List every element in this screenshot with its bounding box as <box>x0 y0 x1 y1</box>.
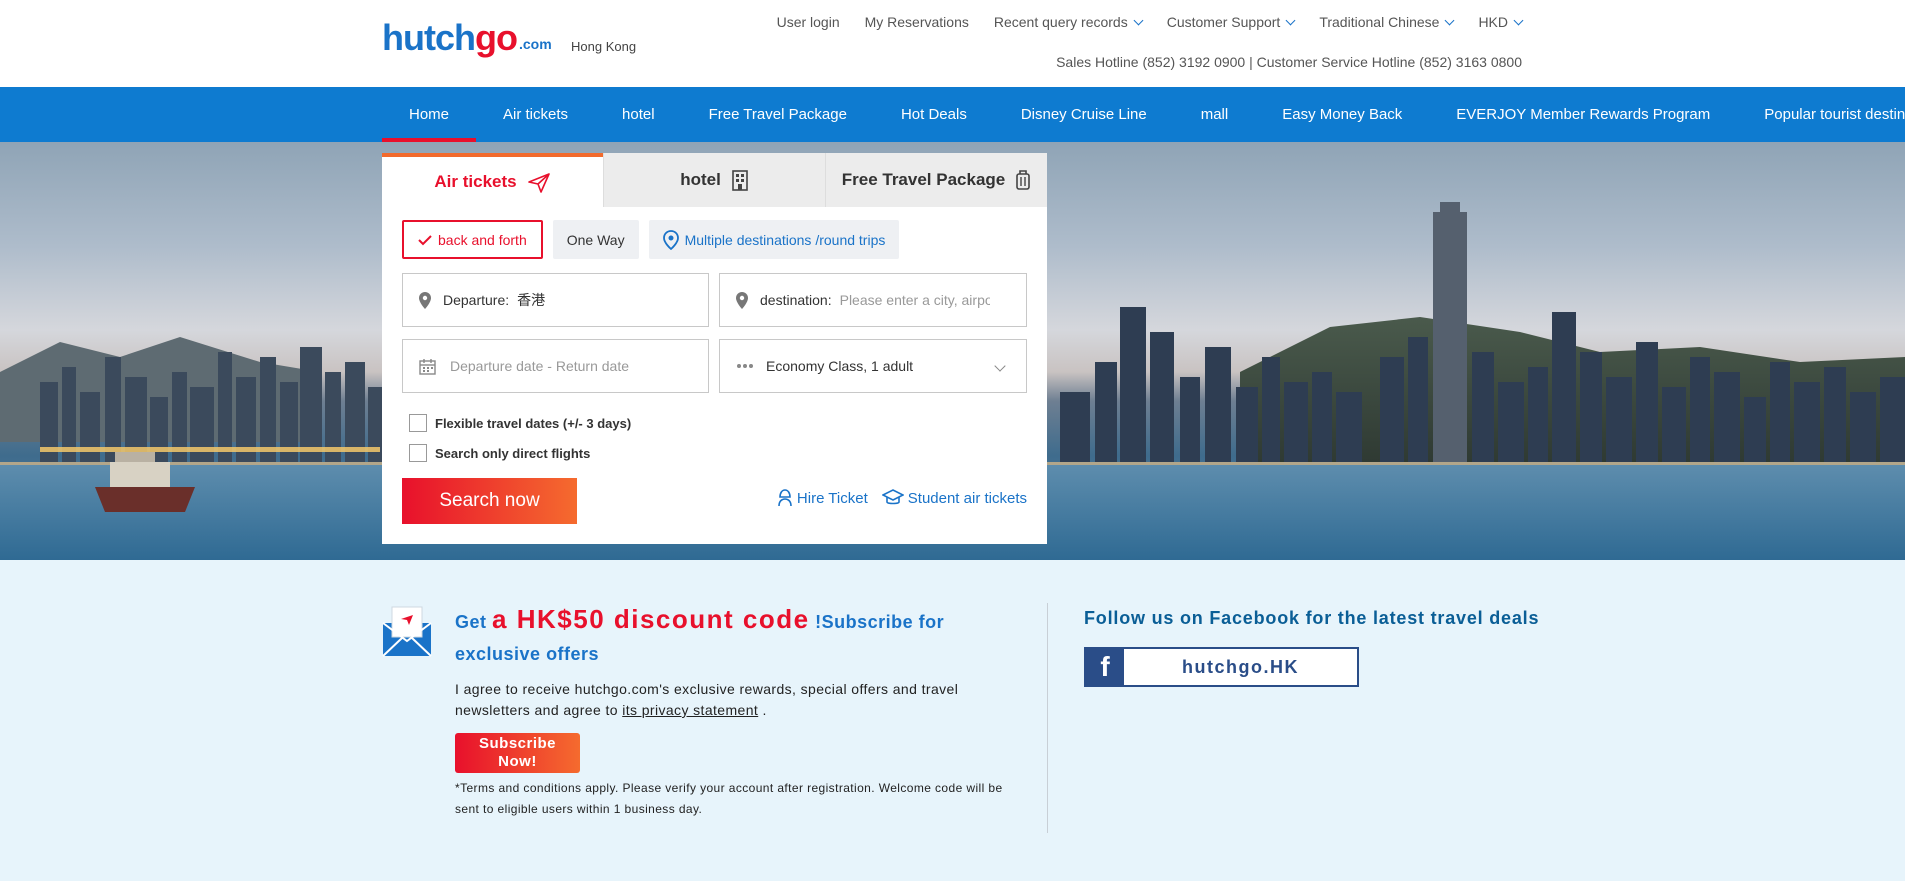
destination-placeholder: Please enter a city, airport <box>839 292 990 308</box>
facebook-icon: f <box>1086 649 1124 685</box>
nav-label: Customer Support <box>1166 14 1281 30</box>
student-tickets-label: Student air tickets <box>907 489 1027 507</box>
hire-ticket-link[interactable]: Hire Ticket <box>777 489 868 507</box>
tab-label: hotel <box>680 170 721 189</box>
building-icon <box>731 170 748 191</box>
chevron-down-icon <box>1133 15 1144 25</box>
region-label: Hong Kong <box>571 39 637 54</box>
calendar-icon <box>419 358 436 375</box>
tab-hotel[interactable]: hotel <box>603 153 825 207</box>
subscribe-now-button[interactable]: Subscribe Now! <box>455 733 580 773</box>
user-login-link[interactable]: User login <box>777 14 840 30</box>
nav-label: Traditional Chinese <box>1319 14 1440 30</box>
one-way-option[interactable]: One Way <box>552 220 639 259</box>
promo-discount-highlight: a HK$50 discount code <box>492 604 810 634</box>
my-reservations-link[interactable]: My Reservations <box>865 14 969 30</box>
round-trip-option[interactable]: back and forth <box>402 220 543 259</box>
trip-type-selector: back and forth One Way Multiple destinat… <box>402 220 900 259</box>
flight-search-panel: Air tickets hotel Free Travel Package ba… <box>382 153 1047 544</box>
flexible-dates-label: Flexible travel dates (+/- 3 days) <box>435 415 632 431</box>
student-tickets-link[interactable]: Student air tickets <box>881 489 1027 507</box>
nav-hotel[interactable]: hotel <box>595 87 682 142</box>
nav-disney-cruise-line[interactable]: Disney Cruise Line <box>994 87 1174 142</box>
top-nav: User login My Reservations Recent query … <box>777 14 1524 30</box>
cabin-passenger-select[interactable]: Economy Class, 1 adult <box>719 339 1027 393</box>
product-tabs: Air tickets hotel Free Travel Package <box>382 153 1047 207</box>
tab-label: Free Travel Package <box>841 170 1006 189</box>
facebook-page-button[interactable]: f hutchgo.HK <box>1084 647 1359 687</box>
nav-popular-destinations[interactable]: Popular tourist destinations <box>1737 87 1905 142</box>
location-pin-icon <box>419 291 431 309</box>
destination-label: destination: <box>760 292 832 308</box>
checkbox[interactable] <box>409 444 427 462</box>
trip-label: Multiple destinations /round trips <box>684 231 886 248</box>
nav-label: User login <box>776 14 840 30</box>
trip-label: back and forth <box>438 231 527 248</box>
departure-label: Departure: <box>443 292 510 308</box>
chevron-down-icon <box>994 360 1006 372</box>
trip-label: One Way <box>566 231 625 248</box>
facebook-follow-title: Follow us on Facebook for the latest tra… <box>1084 608 1540 628</box>
departure-field[interactable]: Departure: 香港 <box>402 273 709 327</box>
tab-label: Air tickets <box>434 172 517 191</box>
luggage-icon <box>1016 170 1031 190</box>
nav-label: My Reservations <box>864 14 969 30</box>
nav-mall[interactable]: mall <box>1174 87 1256 142</box>
nav-easy-money-back[interactable]: Easy Money Back <box>1255 87 1429 142</box>
main-nav: Home Air tickets hotel Free Travel Packa… <box>0 87 1905 142</box>
tab-free-travel-package[interactable]: Free Travel Package <box>825 153 1047 207</box>
facebook-handle: hutchgo.HK <box>1182 656 1299 677</box>
multi-destination-option[interactable]: Multiple destinations /round trips <box>648 220 900 259</box>
consent-end: . <box>762 702 767 718</box>
ticket-links: Hire Ticket Student air tickets <box>777 489 1027 507</box>
map-pin-icon <box>662 229 679 250</box>
nav-label: Recent query records <box>993 14 1128 30</box>
nav-label: HKD <box>1478 14 1508 30</box>
nav-hot-deals[interactable]: Hot Deals <box>874 87 994 142</box>
chevron-down-icon <box>1285 15 1296 25</box>
departure-value: 香港 <box>517 292 546 308</box>
promo-consent-text: I agree to receive hutchgo.com's exclusi… <box>455 679 995 721</box>
location-pin-icon <box>736 291 748 309</box>
flexible-dates-checkbox[interactable]: Flexible travel dates (+/- 3 days) <box>409 414 631 432</box>
logo-suffix: .com <box>518 36 552 52</box>
direct-flights-checkbox[interactable]: Search only direct flights <box>409 444 590 462</box>
recent-query-records-menu[interactable]: Recent query records <box>993 14 1144 30</box>
search-now-button[interactable]: Search now <box>402 478 577 524</box>
direct-flights-label: Search only direct flights <box>435 445 591 461</box>
promo-title-prefix: Get <box>455 612 487 632</box>
more-dots-icon <box>737 364 753 368</box>
plane-icon <box>527 173 550 193</box>
worker-icon <box>778 489 792 507</box>
currency-menu[interactable]: HKD <box>1478 14 1524 30</box>
hire-ticket-label: Hire Ticket <box>796 489 868 507</box>
section-divider <box>1047 603 1048 833</box>
privacy-statement-link[interactable]: its privacy statement <box>622 702 758 718</box>
logo-text: hutchgo <box>382 17 518 58</box>
graduation-cap-icon <box>881 489 904 505</box>
checkbox[interactable] <box>409 414 427 432</box>
checkmark-icon <box>418 234 432 245</box>
language-menu[interactable]: Traditional Chinese <box>1319 14 1455 30</box>
subscribe-label: Subscribe Now! <box>478 735 557 770</box>
top-header: hutchgo .com Hong Kong User login My Res… <box>0 0 1905 87</box>
cabin-value: Economy Class, 1 adult <box>766 358 914 374</box>
nav-home[interactable]: Home <box>382 87 477 142</box>
nav-air-tickets[interactable]: Air tickets <box>476 87 595 142</box>
travel-dates-field[interactable]: Departure date - Return date <box>402 339 709 393</box>
chevron-down-icon <box>1513 15 1524 25</box>
hotline-text: Sales Hotline (852) 3192 0900 | Customer… <box>1056 54 1522 70</box>
chevron-down-icon <box>1444 15 1455 25</box>
hutchgo-logo[interactable]: hutchgo .com <box>382 18 552 58</box>
dates-placeholder: Departure date - Return date <box>450 358 629 374</box>
destination-field[interactable]: destination: Please enter a city, airpor… <box>719 273 1027 327</box>
nav-free-travel-package[interactable]: Free Travel Package <box>682 87 874 142</box>
nav-everjoy-rewards[interactable]: EVERJOY Member Rewards Program <box>1429 87 1737 142</box>
promo-title: Get a HK$50 discount code !Subscribe for… <box>455 603 1015 670</box>
terms-text: *Terms and conditions apply. Please veri… <box>455 781 1003 816</box>
tab-air-tickets[interactable]: Air tickets <box>382 153 603 207</box>
envelope-icon <box>382 606 432 657</box>
customer-support-menu[interactable]: Customer Support <box>1166 14 1296 30</box>
